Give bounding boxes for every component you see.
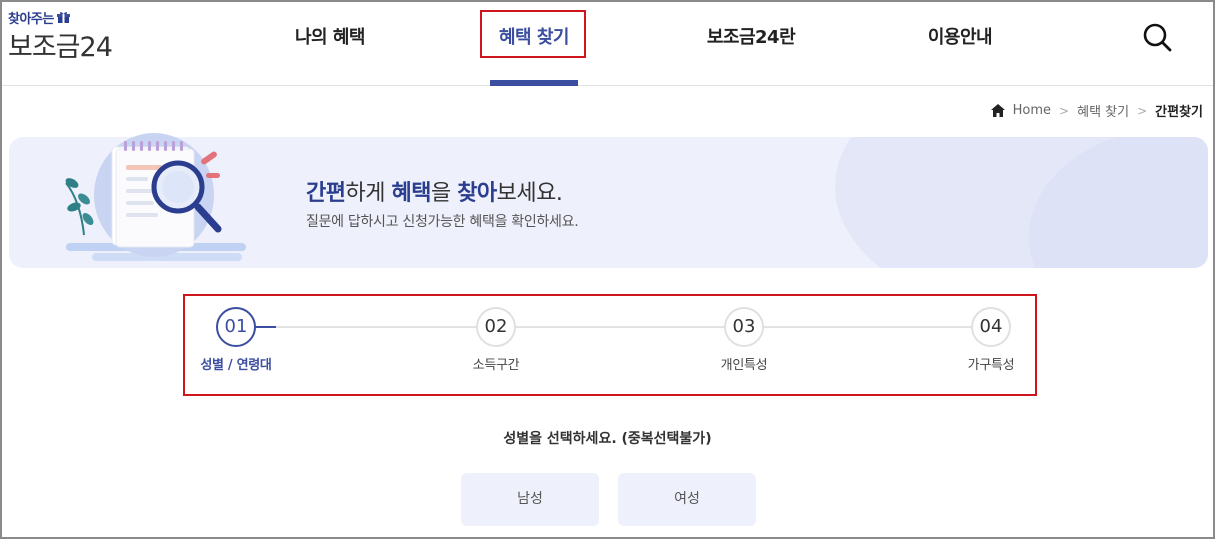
chevron-right-icon: > (1137, 103, 1148, 118)
search-button[interactable] (1140, 20, 1174, 54)
magnifier-document-illustration (54, 125, 254, 270)
nav-about[interactable]: 보조금24란 (690, 24, 812, 52)
option-male-button[interactable]: 남성 (461, 473, 599, 526)
breadcrumb: Home > 혜택 찾기 > 간편찾기 (990, 101, 1203, 120)
step-3-number[interactable]: 03 (724, 307, 764, 347)
breadcrumb-level1[interactable]: 혜택 찾기 (1077, 101, 1129, 120)
banner-title-text3: 보세요. (496, 181, 563, 206)
main-nav: 나의 혜택 혜택 찾기 보조금24란 이용안내 (2, 2, 1213, 86)
site-header: 찾아주는 보조금24 나의 혜택 혜택 찾기 보조금24란 이용안내 (2, 2, 1213, 86)
step-1-number[interactable]: 01 (216, 307, 256, 347)
nav-active-underline (490, 80, 578, 86)
banner-title: 간편하게 혜택을 찾아보세요. (306, 175, 563, 207)
step-3-label: 개인특성 (720, 358, 768, 373)
step-4-number[interactable]: 04 (971, 307, 1011, 347)
steps-highlight-box (183, 294, 1037, 396)
step-2-label: 소득구간 (472, 358, 520, 373)
banner-title-emph2: 혜택 (391, 181, 431, 206)
step-progress-track (236, 326, 992, 328)
option-female-button[interactable]: 여성 (618, 473, 756, 526)
banner-title-text1: 하게 (345, 181, 392, 206)
home-icon[interactable] (990, 104, 1005, 117)
nav-find-benefits[interactable]: 혜택 찾기 (484, 24, 584, 52)
nav-guide[interactable]: 이용안내 (910, 24, 1010, 52)
nav-my-benefits[interactable]: 나의 혜택 (280, 24, 380, 52)
breadcrumb-home[interactable]: Home (1013, 103, 1051, 118)
search-icon (1143, 23, 1172, 52)
chevron-right-icon: > (1059, 103, 1070, 118)
question-text: 성별을 선택하세요. (중복선택불가) (503, 431, 712, 447)
banner-title-emph3: 찾아 (457, 181, 497, 206)
step-4-label: 가구특성 (967, 358, 1015, 373)
banner-title-text2: 을 (430, 181, 458, 206)
banner-subtitle: 질문에 답하시고 신청가능한 혜택을 확인하세요. (306, 214, 579, 230)
banner-title-emph1: 간편 (306, 181, 346, 206)
step-1-label: 성별 / 연령대 (200, 358, 272, 373)
step-2-number[interactable]: 02 (476, 307, 516, 347)
breadcrumb-current: 간편찾기 (1155, 105, 1203, 120)
